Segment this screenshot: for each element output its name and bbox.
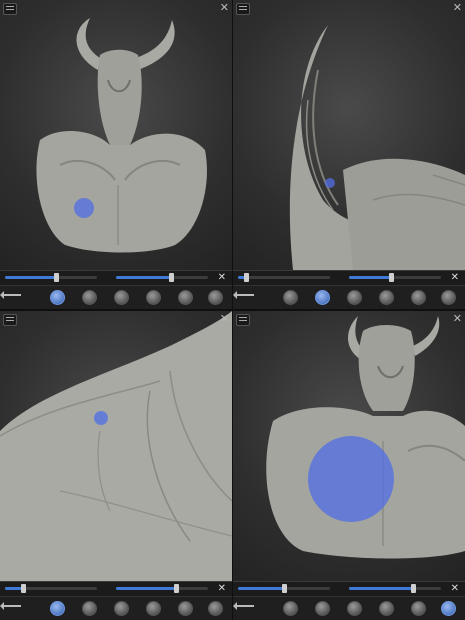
sculpt-viewport[interactable]: ✕ bbox=[0, 311, 232, 581]
shoulder-mesh bbox=[0, 311, 232, 581]
brush-cursor bbox=[308, 436, 394, 522]
sculpt-viewport[interactable]: ✕ bbox=[233, 311, 465, 581]
intensity-slider[interactable] bbox=[116, 273, 208, 282]
brush-cursor bbox=[74, 198, 94, 218]
pinch-tool-icon[interactable] bbox=[379, 290, 394, 305]
back-arrow-icon[interactable] bbox=[233, 291, 254, 299]
inflate-tool-icon[interactable] bbox=[315, 290, 330, 305]
pinch-tool-icon[interactable] bbox=[379, 601, 394, 616]
brush-cursor bbox=[325, 178, 335, 188]
pinch-tool-icon[interactable] bbox=[146, 290, 161, 305]
hamburger-menu-icon[interactable] bbox=[3, 314, 17, 326]
radius-slider[interactable] bbox=[5, 273, 97, 282]
flatten-tool-icon[interactable] bbox=[178, 290, 193, 305]
hamburger-menu-icon[interactable] bbox=[236, 314, 250, 326]
sculpt-viewport[interactable]: ✕ bbox=[0, 0, 232, 270]
brush-cursor bbox=[94, 411, 108, 425]
intensity-slider[interactable] bbox=[349, 584, 441, 593]
brush-tool-icon[interactable] bbox=[283, 601, 298, 616]
back-arrow-icon[interactable] bbox=[233, 602, 254, 610]
radius-slider[interactable] bbox=[5, 584, 97, 593]
brush-sliders: ✕ bbox=[233, 581, 465, 596]
hamburger-menu-icon[interactable] bbox=[3, 3, 17, 15]
flatten-tool-icon[interactable] bbox=[411, 290, 426, 305]
paint-tool-icon[interactable] bbox=[441, 601, 456, 616]
close-icon[interactable]: ✕ bbox=[220, 2, 229, 14]
app-grid: ✕ ✕ ✕ ✕ ✕ ✕ ✕ ✕ bbox=[0, 0, 465, 620]
paint-tool-icon[interactable] bbox=[208, 290, 223, 305]
bust-mesh bbox=[36, 18, 207, 253]
tool-bar bbox=[0, 596, 232, 620]
tool-bar bbox=[233, 285, 465, 309]
symmetry-icon[interactable]: ✕ bbox=[451, 272, 459, 284]
intensity-slider[interactable] bbox=[116, 584, 208, 593]
brush-sliders: ✕ bbox=[0, 581, 232, 596]
close-icon[interactable]: ✕ bbox=[453, 2, 462, 14]
sculpt-pane-4: ✕ ✕ bbox=[233, 311, 465, 620]
smooth-tool-icon[interactable] bbox=[114, 290, 129, 305]
brush-sliders: ✕ bbox=[233, 270, 465, 285]
paint-tool-icon[interactable] bbox=[208, 601, 223, 616]
brush-tool-icon[interactable] bbox=[50, 290, 65, 305]
sculpt-pane-3: ✕ ✕ bbox=[0, 311, 232, 620]
sculpt-viewport[interactable]: ✕ bbox=[233, 0, 465, 270]
tool-bar bbox=[0, 285, 232, 309]
brush-sliders: ✕ bbox=[0, 270, 232, 285]
pinch-tool-icon[interactable] bbox=[146, 601, 161, 616]
close-icon[interactable]: ✕ bbox=[220, 313, 229, 325]
brush-tool-icon[interactable] bbox=[50, 601, 65, 616]
smooth-tool-icon[interactable] bbox=[114, 601, 129, 616]
radius-slider[interactable] bbox=[238, 584, 330, 593]
inflate-tool-icon[interactable] bbox=[315, 601, 330, 616]
sculpt-pane-2: ✕ ✕ bbox=[233, 0, 465, 309]
smooth-tool-icon[interactable] bbox=[347, 601, 362, 616]
sculpt-pane-1: ✕ ✕ bbox=[0, 0, 232, 309]
flatten-tool-icon[interactable] bbox=[411, 601, 426, 616]
back-arrow-icon[interactable] bbox=[0, 291, 21, 299]
inflate-tool-icon[interactable] bbox=[82, 290, 97, 305]
close-icon[interactable]: ✕ bbox=[453, 313, 462, 325]
paint-tool-icon[interactable] bbox=[441, 290, 456, 305]
symmetry-icon[interactable]: ✕ bbox=[218, 583, 226, 595]
smooth-tool-icon[interactable] bbox=[347, 290, 362, 305]
inflate-tool-icon[interactable] bbox=[82, 601, 97, 616]
back-arrow-icon[interactable] bbox=[0, 602, 21, 610]
radius-slider[interactable] bbox=[238, 273, 330, 282]
symmetry-icon[interactable]: ✕ bbox=[218, 272, 226, 284]
tool-bar bbox=[233, 596, 465, 620]
hamburger-menu-icon[interactable] bbox=[236, 3, 250, 15]
symmetry-icon[interactable]: ✕ bbox=[451, 583, 459, 595]
intensity-slider[interactable] bbox=[349, 273, 441, 282]
flatten-tool-icon[interactable] bbox=[178, 601, 193, 616]
horn-mesh bbox=[289, 25, 465, 270]
brush-tool-icon[interactable] bbox=[283, 290, 298, 305]
